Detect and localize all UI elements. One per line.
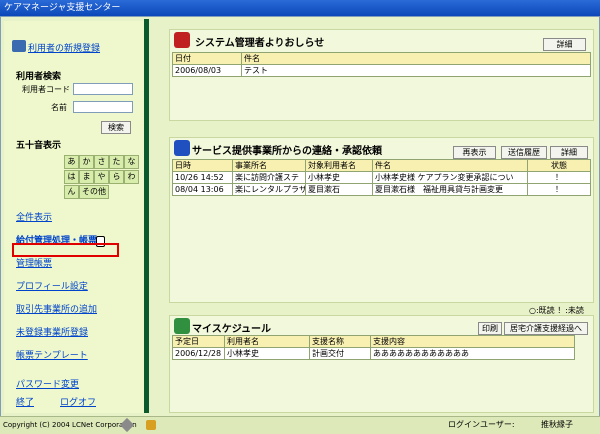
kana-button[interactable]: ん [64, 185, 79, 199]
add-partner-link[interactable]: 取引先事業所の追加 [16, 302, 97, 315]
schedule-col-name: 支援名称 [309, 335, 371, 348]
table-row[interactable]: 2006/08/03 テスト [172, 64, 591, 77]
app-frame: 利用者の新規登録 利用者検索 利用者コード 名前 検索 五十音表示 あかさたなは… [0, 16, 600, 433]
schedule-table: 予定日 利用者名 支援名称 支援内容 2006/12/28 小林孝史 計画交付 … [172, 335, 575, 360]
schedule-col-date: 予定日 [172, 335, 225, 348]
user-add-icon [12, 40, 26, 52]
contact-cell-office: 楽に訪問介護ステ [232, 171, 306, 184]
table-row[interactable]: 2006/12/28 小林孝史 計画交付 ああああああああああああ [172, 347, 575, 360]
contact-panel: サービス提供事業所からの連絡・承認依頼 再表示 送信履歴 詳細 日時 事業所名 … [169, 137, 594, 303]
search-button[interactable]: 検索 [101, 121, 131, 134]
kana-button[interactable]: わ [124, 170, 139, 184]
schedule-cell-date: 2006/12/28 [172, 347, 225, 360]
management-link[interactable]: 管理帳票 [16, 256, 52, 269]
profile-link[interactable]: プロフィール設定 [16, 279, 88, 292]
new-user-link[interactable]: 利用者の新規登録 [28, 41, 100, 54]
contact-cell-time: 08/04 13:06 [172, 183, 233, 196]
kana-button[interactable]: や [94, 170, 109, 184]
notice-cell-date: 2006/08/03 [172, 64, 242, 77]
window-title: ケアマネージャ支援センター [0, 0, 600, 16]
schedule-title: マイスケジュール [192, 324, 271, 335]
contact-cell-subject: 夏目漱石様 福祉用具貸与計画変更 [372, 183, 528, 196]
clock-icon [174, 318, 190, 334]
name-input[interactable] [73, 101, 133, 113]
contact-cell-status: ！ [527, 183, 591, 196]
contact-col-office: 事業所名 [232, 159, 306, 172]
search-heading: 利用者検索 [16, 72, 62, 82]
password-link[interactable]: パスワード変更 [16, 377, 79, 390]
redisplay-button[interactable]: 再表示 [453, 146, 496, 159]
kana-button[interactable]: ら [109, 170, 124, 184]
copyright-text: Copyright (C) 2004 LCNet Corporation [3, 421, 137, 429]
tool-icon [146, 420, 156, 430]
sidebar-divider [144, 19, 149, 413]
notice-cell-subject: テスト [241, 64, 591, 77]
sidebar: 利用者の新規登録 利用者検索 利用者コード 名前 検索 五十音表示 あかさたなは… [4, 21, 144, 413]
schedule-col-content: 支援内容 [370, 335, 575, 348]
contact-cell-user: 小林孝史 [305, 171, 373, 184]
notice-icon [174, 32, 190, 48]
schedule-panel: マイスケジュール 印刷 居宅介護支援経過へ 予定日 利用者名 支援名称 支援内容… [169, 315, 594, 413]
name-label: 名前 [51, 103, 67, 112]
contact-detail-button[interactable]: 詳細 [550, 146, 588, 159]
contact-title: サービス提供事業所からの連絡・承認依頼 [192, 146, 382, 157]
login-label: ログインユーザー: [448, 420, 515, 429]
kana-button[interactable]: た [109, 155, 124, 169]
message-icon [174, 140, 190, 156]
logoff-link[interactable]: ログオフ [60, 395, 96, 408]
contact-cell-time: 10/26 14:52 [172, 171, 233, 184]
contact-col-subject: 件名 [372, 159, 528, 172]
all-display-link[interactable]: 全件表示 [16, 210, 52, 223]
schedule-cell-content: ああああああああああああ [370, 347, 575, 360]
template-link[interactable]: 帳票テンプレート [16, 348, 88, 361]
schedule-cell-name: 計画交付 [309, 347, 371, 360]
unregistered-link[interactable]: 未登録事業所登録 [16, 325, 88, 338]
user-code-label: 利用者コード [22, 85, 70, 94]
exit-link[interactable]: 終了 [16, 395, 34, 408]
kana-button[interactable]: は [64, 170, 79, 184]
login-user: 推秋縁子 [541, 420, 573, 429]
contact-col-time: 日時 [172, 159, 233, 172]
notice-col-subject: 件名 [241, 52, 591, 65]
contact-cell-office: 楽にレンタルプラザ [232, 183, 306, 196]
care-progress-button[interactable]: 居宅介護支援経過へ [504, 322, 588, 335]
notice-panel: システム管理者よりおしらせ 詳細 日付 件名 2006/08/03 テスト [169, 29, 594, 121]
kana-button[interactable]: か [79, 155, 94, 169]
user-code-input[interactable] [73, 83, 133, 95]
schedule-col-user: 利用者名 [224, 335, 310, 348]
contact-cell-user: 夏目漱石 [305, 183, 373, 196]
notice-detail-button[interactable]: 詳細 [543, 38, 586, 51]
kana-button[interactable]: さ [94, 155, 109, 169]
kana-button[interactable]: ま [79, 170, 94, 184]
kana-other-button[interactable]: その他 [79, 185, 109, 199]
kana-button[interactable]: な [124, 155, 139, 169]
print-button[interactable]: 印刷 [478, 322, 502, 335]
kana-heading: 五十音表示 [16, 141, 62, 151]
history-button[interactable]: 送信履歴 [501, 146, 547, 159]
contact-cell-status: ！ [527, 171, 591, 184]
contact-cell-subject: 小林孝史様 ケアプラン変更承認につい [372, 171, 528, 184]
table-row[interactable]: 10/26 14:52 楽に訪問介護ステ 小林孝史 小林孝史様 ケアプラン変更承… [172, 171, 591, 184]
table-row[interactable]: 08/04 13:06 楽にレンタルプラザ 夏目漱石 夏目漱石様 福祉用具貸与計… [172, 183, 591, 196]
billing-highlight-box [12, 243, 119, 257]
notice-table: 日付 件名 2006/08/03 テスト [172, 52, 591, 77]
kana-button[interactable]: あ [64, 155, 79, 169]
status-bar: Copyright (C) 2004 LCNet Corporation ログイ… [0, 416, 600, 434]
contact-col-status: 状態 [527, 159, 591, 172]
contact-table: 日時 事業所名 対象利用者名 件名 状態 10/26 14:52 楽に訪問介護ス… [172, 159, 591, 196]
notice-title: システム管理者よりおしらせ [195, 38, 325, 49]
notice-col-date: 日付 [172, 52, 242, 65]
contact-col-user: 対象利用者名 [305, 159, 373, 172]
schedule-cell-user: 小林孝史 [224, 347, 310, 360]
